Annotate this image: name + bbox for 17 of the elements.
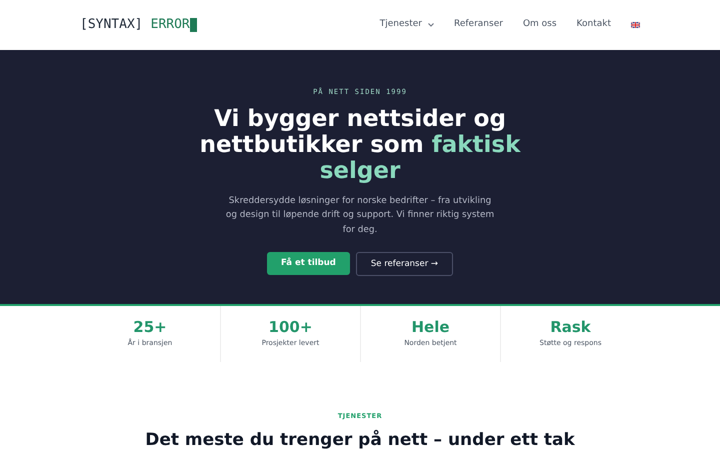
logo-word: ERROR	[150, 16, 190, 34]
stat-value: Hele	[411, 318, 450, 336]
logo-bracket: [SYNTAX]	[80, 16, 143, 34]
stat-value: Rask	[550, 318, 591, 336]
hero-headline: Vi bygger nettsider og nettbutikker som faktisk selger	[198, 106, 522, 184]
nav-link[interactable]: Kontakt	[576, 18, 611, 32]
stat-value: 100+	[268, 318, 312, 336]
cursor-icon	[190, 18, 197, 32]
hero-lead: Skreddersydde løsninger for norske bedrifter – fra utvikling og design til løpende drift og support. Vi finner riktig system for deg.	[224, 194, 496, 236]
chevron-icon	[428, 23, 434, 27]
nav-link[interactable]: Referanser	[454, 18, 503, 32]
nav-link[interactable]: Tjenester	[380, 18, 434, 32]
stat-value: 25+	[133, 318, 167, 336]
section-title: Det meste du trenger på nett – under ett tak	[145, 428, 575, 450]
flag-icon[interactable]	[631, 22, 640, 28]
nav-link[interactable]: Om oss	[522, 18, 557, 32]
references-button[interactable]: Se referanser →	[356, 252, 454, 276]
